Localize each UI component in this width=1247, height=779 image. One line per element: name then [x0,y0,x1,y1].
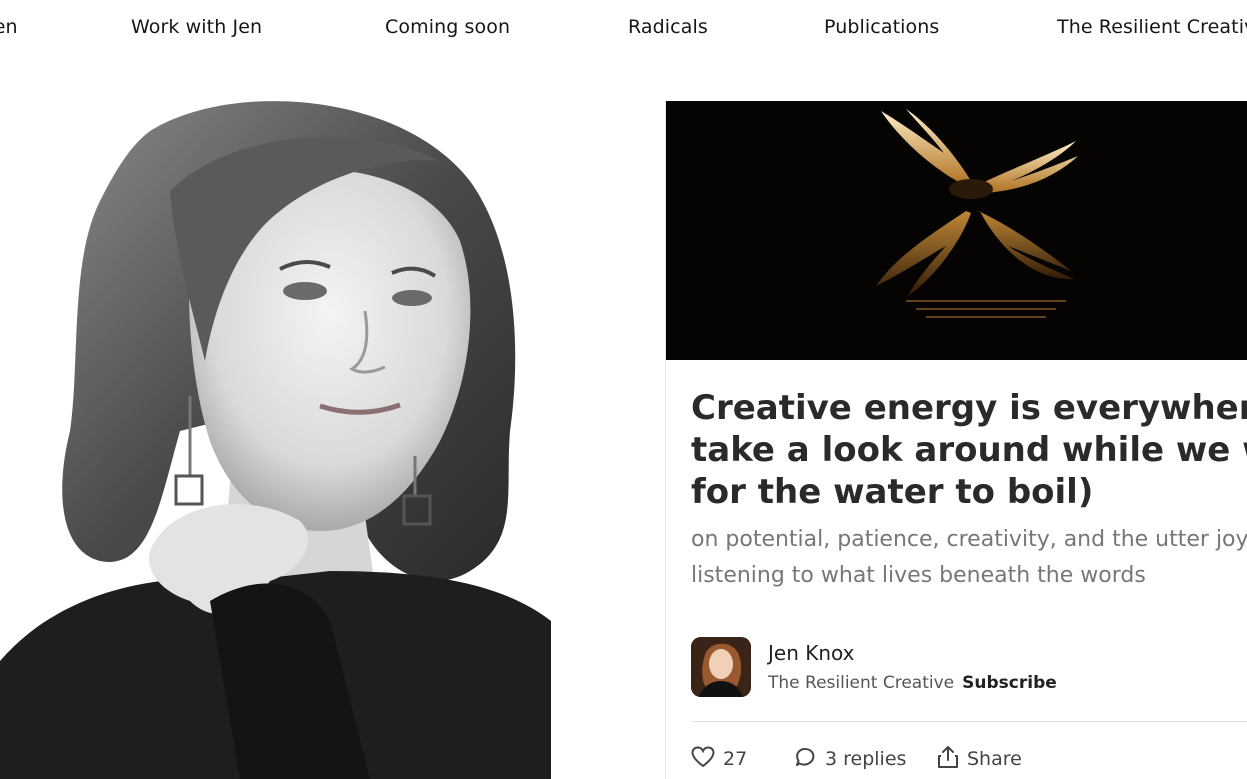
top-nav: Jen Work with Jen Coming soon Radicals P… [0,0,1247,58]
post-title[interactable]: Creative energy is everywhere (let's tak… [691,387,1247,513]
publication-name[interactable]: The Resilient Creative [768,673,954,693]
replies-count: 3 replies [825,748,907,770]
comments-button[interactable]: 3 replies [793,741,906,777]
nav-item-work-with-jen[interactable]: Work with Jen [131,16,262,38]
nav-item-radicals[interactable]: Radicals [628,16,708,38]
publication-line: The Resilient Creative Subscribe [768,673,1057,693]
post-card[interactable]: Creative energy is everywhere (let's tak… [665,101,1247,779]
nav-item-the-resilient-creative[interactable]: The Resilient Creative [1057,16,1247,38]
nav-item-jen[interactable]: Jen [0,16,18,38]
post-title-line: Creative energy is everywhere (let's [691,388,1247,428]
author-name[interactable]: Jen Knox [768,641,854,665]
like-button[interactable]: 27 [691,741,747,777]
post-subtitle-line: listening to what lives beneath the word… [691,563,1146,588]
share-label: Share [967,748,1022,770]
nav-item-coming-soon[interactable]: Coming soon [385,16,510,38]
author-portrait-photo [0,101,551,779]
subscribe-button[interactable]: Subscribe [962,673,1057,693]
author-avatar[interactable] [691,637,751,697]
post-title-line: take a look around while we wait [691,430,1247,470]
comment-icon [793,745,825,774]
page: Jen Work with Jen Coming soon Radicals P… [0,0,1247,779]
nav-item-publications[interactable]: Publications [824,16,939,38]
heart-icon [691,745,723,773]
post-title-line: for the water to boil) [691,472,1094,512]
divider [691,721,1247,722]
share-button[interactable]: Share [937,741,1022,777]
post-hero-image[interactable] [666,101,1247,360]
share-icon [937,745,967,774]
post-subtitle: on potential, patience, creativity, and … [691,522,1247,594]
post-subtitle-line: on potential, patience, creativity, and … [691,527,1247,552]
like-count: 27 [723,748,748,770]
